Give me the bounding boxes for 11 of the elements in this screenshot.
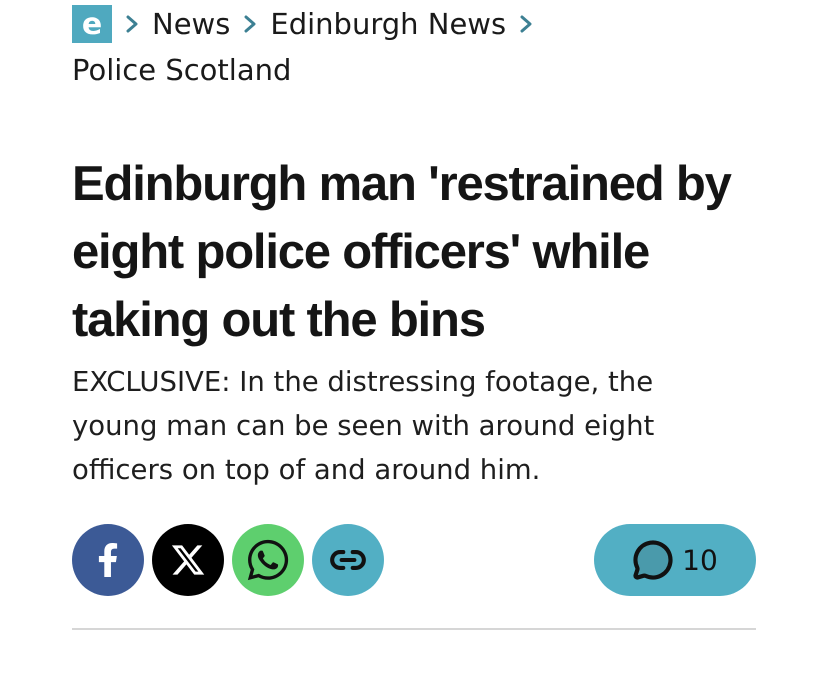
article-standfirst: EXCLUSIVE: In the distressing footage, the young man can be seen with around eight officers on top of and around him. (72, 365, 656, 488)
breadcrumb-link[interactable]: News (152, 4, 230, 44)
breadcrumb-link[interactable]: Edinburgh News (270, 4, 506, 44)
speech-bubble-icon (632, 539, 674, 581)
article-headline: Edinburgh man 'restrained by eight police officers' while taking out the bins (72, 156, 732, 349)
comments-button[interactable]: 10 (594, 524, 756, 596)
chevron-icon (518, 14, 534, 34)
chevron-icon (124, 14, 140, 34)
whatsapp-icon (245, 537, 291, 583)
breadcrumb-link[interactable]: Police Scotland (72, 50, 292, 90)
chevron-icon (242, 14, 258, 34)
